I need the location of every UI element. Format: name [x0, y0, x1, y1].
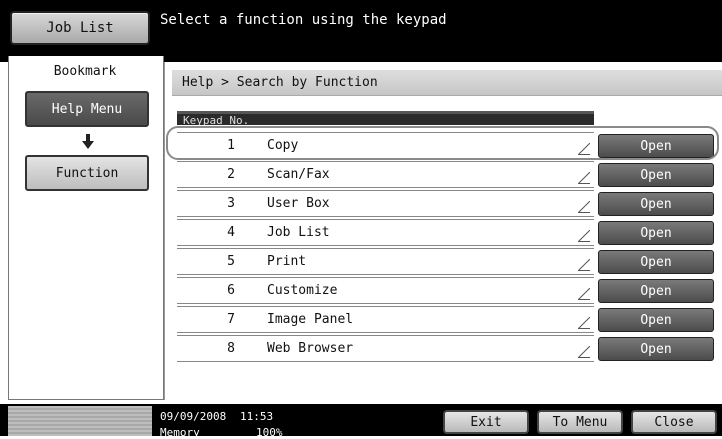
function-label: Print: [267, 254, 307, 269]
list-item: 6 Customize Open: [177, 276, 717, 305]
corner-indicator-icon: [578, 346, 590, 358]
open-button[interactable]: Open: [598, 250, 714, 274]
list-item: 8 Web Browser Open: [177, 334, 717, 363]
close-button[interactable]: Close: [631, 410, 717, 434]
function-row[interactable]: 1 Copy: [177, 132, 594, 159]
keypad-number: 6: [227, 283, 235, 298]
list-item: 2 Scan/Fax Open: [177, 160, 717, 189]
function-row[interactable]: 5 Print: [177, 248, 594, 275]
function-row[interactable]: 3 User Box: [177, 190, 594, 217]
keypad-number: 8: [227, 341, 235, 356]
list-item: 1 Copy Open: [177, 131, 717, 160]
function-row[interactable]: 8 Web Browser: [177, 335, 594, 362]
keypad-number: 7: [227, 312, 235, 327]
memory-value: 100%: [256, 426, 283, 439]
list-item: 7 Image Panel Open: [177, 305, 717, 334]
help-menu-button[interactable]: Help Menu: [25, 91, 149, 127]
open-button[interactable]: Open: [598, 192, 714, 216]
open-button[interactable]: Open: [598, 279, 714, 303]
corner-indicator-icon: [578, 230, 590, 242]
keypad-number: 1: [227, 138, 235, 153]
function-label: Job List: [267, 225, 330, 240]
instruction-message: Select a function using the keypad: [160, 12, 447, 28]
keypad-column-header: Keypad No.: [177, 111, 594, 125]
keypad-number: 5: [227, 254, 235, 269]
keypad-number: 4: [227, 225, 235, 240]
down-arrow-icon: [82, 134, 94, 149]
function-list: 1 Copy Open 2 Scan/Fax Open 3 User Box Open 4 Job …: [177, 131, 717, 363]
function-button[interactable]: Function: [25, 155, 149, 191]
breadcrumb: Help > Search by Function: [172, 70, 722, 96]
corner-indicator-icon: [578, 143, 590, 155]
job-list-button[interactable]: Job List: [10, 11, 150, 45]
function-row[interactable]: 6 Customize: [177, 277, 594, 304]
list-item: 5 Print Open: [177, 247, 717, 276]
corner-indicator-icon: [578, 172, 590, 184]
exit-button[interactable]: Exit: [443, 410, 529, 434]
keypad-number: 2: [227, 167, 235, 182]
function-row[interactable]: 7 Image Panel: [177, 306, 594, 333]
list-item: 4 Job List Open: [177, 218, 717, 247]
function-label: Image Panel: [267, 312, 354, 327]
function-label: Scan/Fax: [267, 167, 330, 182]
corner-indicator-icon: [578, 259, 590, 271]
open-button[interactable]: Open: [598, 134, 714, 158]
status-date: 09/09/2008: [160, 410, 227, 423]
keypad-number: 3: [227, 196, 235, 211]
function-label: Web Browser: [267, 341, 354, 356]
function-label: Copy: [267, 138, 299, 153]
bookmark-tab[interactable]: Bookmark: [8, 56, 162, 86]
function-row[interactable]: 4 Job List: [177, 219, 594, 246]
function-label: Customize: [267, 283, 338, 298]
function-row[interactable]: 2 Scan/Fax: [177, 161, 594, 188]
corner-indicator-icon: [578, 201, 590, 213]
status-bar-left-panel: [8, 406, 152, 436]
corner-indicator-icon: [578, 317, 590, 329]
open-button[interactable]: Open: [598, 163, 714, 187]
open-button[interactable]: Open: [598, 221, 714, 245]
memory-label: Memory: [160, 426, 200, 439]
status-time: 11:53: [240, 410, 274, 423]
open-button[interactable]: Open: [598, 337, 714, 361]
function-label: User Box: [267, 196, 330, 211]
to-menu-button[interactable]: To Menu: [537, 410, 623, 434]
open-button[interactable]: Open: [598, 308, 714, 332]
list-item: 3 User Box Open: [177, 189, 717, 218]
corner-indicator-icon: [578, 288, 590, 300]
